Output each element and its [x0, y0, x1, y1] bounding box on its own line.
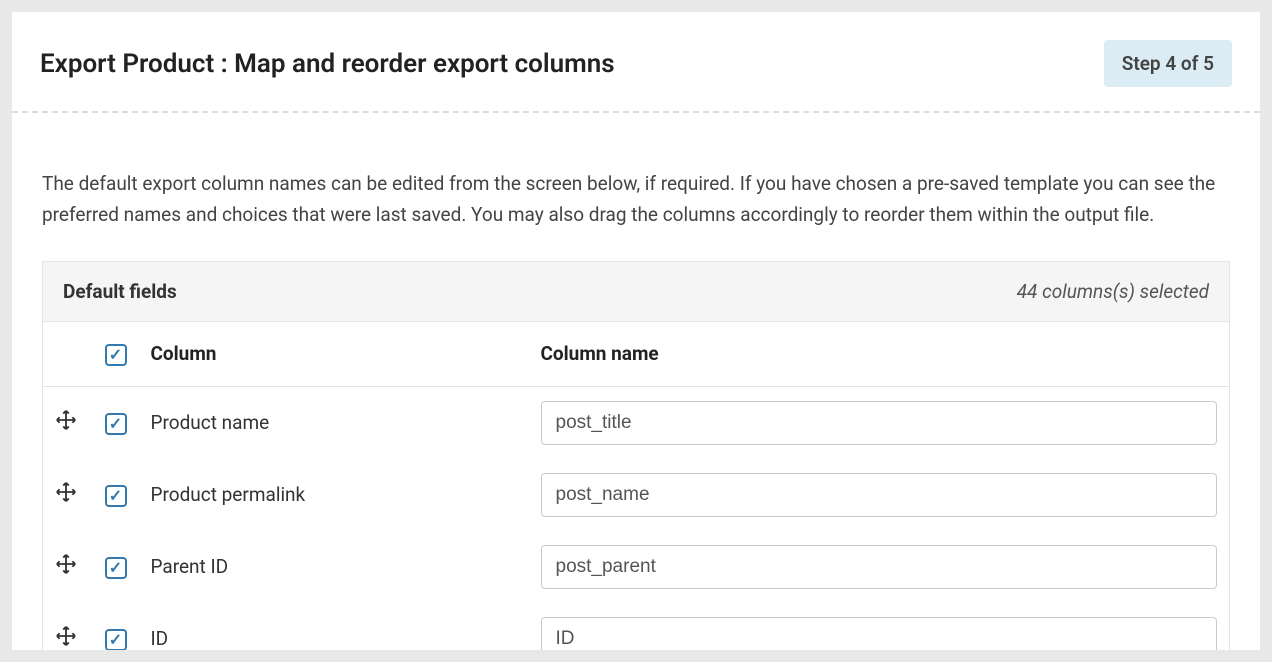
page-description: The default export column names can be e… [12, 113, 1260, 261]
page-title: Export Product : Map and reorder export … [40, 49, 615, 79]
drag-handle-icon[interactable] [55, 409, 77, 431]
table-header-checkbox [93, 322, 139, 387]
column-name-input[interactable] [541, 617, 1218, 650]
column-name-input[interactable] [541, 473, 1218, 517]
drag-handle-icon[interactable] [55, 625, 77, 647]
table-header-drag [43, 322, 93, 387]
column-label: Parent ID [139, 531, 529, 603]
column-label: ID [139, 603, 529, 650]
export-panel: Export Product : Map and reorder export … [12, 12, 1260, 650]
column-name-input[interactable] [541, 545, 1218, 589]
table-header-column: Column [139, 322, 529, 387]
fields-section: Default fields 44 columns(s) selected Co… [42, 261, 1230, 650]
columns-selected-count: 44 columns(s) selected [1017, 280, 1209, 303]
column-name-input[interactable] [541, 401, 1218, 445]
table-header-column-name: Column name [529, 322, 1230, 387]
row-checkbox[interactable] [105, 413, 127, 435]
columns-table: Column Column name Product nameProduct p… [42, 322, 1230, 650]
table-row: Parent ID [43, 531, 1230, 603]
fields-section-header: Default fields 44 columns(s) selected [42, 261, 1230, 322]
row-checkbox[interactable] [105, 557, 127, 579]
select-all-checkbox[interactable] [105, 344, 127, 366]
row-checkbox[interactable] [105, 485, 127, 507]
column-label: Product permalink [139, 459, 529, 531]
panel-header: Export Product : Map and reorder export … [12, 12, 1260, 113]
column-label: Product name [139, 386, 529, 459]
row-checkbox[interactable] [105, 629, 127, 650]
table-row: Product permalink [43, 459, 1230, 531]
step-badge: Step 4 of 5 [1104, 40, 1232, 87]
table-header-row: Column Column name [43, 322, 1230, 387]
drag-handle-icon[interactable] [55, 481, 77, 503]
fields-section-title: Default fields [63, 280, 177, 303]
table-row: ID [43, 603, 1230, 650]
drag-handle-icon[interactable] [55, 553, 77, 575]
table-row: Product name [43, 386, 1230, 459]
